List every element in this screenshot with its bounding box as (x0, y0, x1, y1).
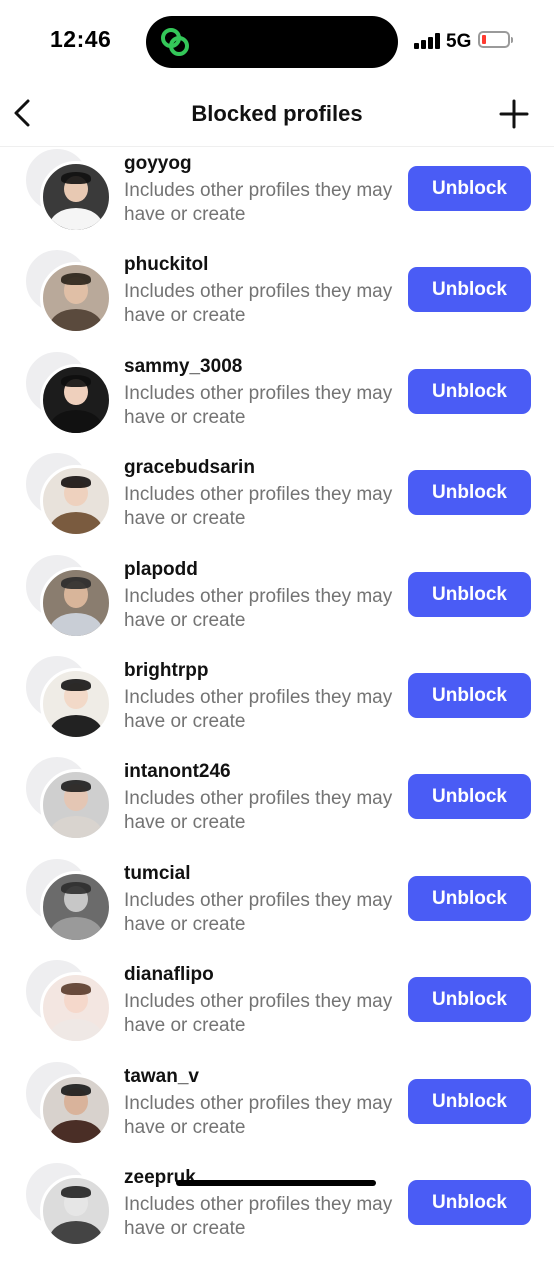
profile-description: Includes other profiles they may have or… (124, 1193, 393, 1239)
avatar (40, 465, 112, 538)
list-item: tawan_v Includes other profiles they may… (0, 1059, 554, 1161)
profile-description: Includes other profiles they may have or… (124, 1092, 393, 1138)
blocked-profiles-list: goyyog Includes other profiles they may … (0, 147, 554, 1262)
link-rings-icon (161, 28, 189, 56)
unblock-button[interactable]: Unblock (408, 977, 531, 1023)
dynamic-island (146, 16, 398, 68)
list-item: plapodd Includes other profiles they may… (0, 552, 554, 654)
unblock-button[interactable]: Unblock (408, 166, 531, 211)
unblock-button[interactable]: Unblock (408, 470, 531, 516)
avatar (40, 870, 112, 943)
avatar-stack[interactable] (24, 349, 112, 440)
profile-description: Includes other profiles they may have or… (124, 991, 393, 1037)
list-item: zeepruk Includes other profiles they may… (0, 1160, 554, 1262)
profile-description: Includes other profiles they may have or… (124, 686, 393, 732)
avatar (40, 769, 112, 842)
profile-description: Includes other profiles they may have or… (124, 180, 393, 225)
unblock-button[interactable]: Unblock (408, 875, 531, 921)
avatar-stack[interactable] (24, 552, 112, 643)
avatar (40, 1174, 112, 1247)
signal-icon (414, 33, 442, 49)
profile-description: Includes other profiles they may have or… (124, 281, 393, 327)
username[interactable]: tumcial (124, 863, 191, 885)
profile-description: Includes other profiles they may have or… (124, 585, 393, 631)
profile-description: Includes other profiles they may have or… (124, 788, 393, 834)
list-item: gracebudsarin Includes other profiles th… (0, 451, 554, 552)
list-item: brightrpp Includes other profiles they m… (0, 653, 554, 755)
avatar (40, 1073, 112, 1146)
status-time: 12:46 (50, 26, 112, 52)
list-item: phuckitol Includes other profiles they m… (0, 248, 554, 349)
username[interactable]: tawan_v (124, 1066, 199, 1088)
page-title: Blocked profiles (191, 101, 363, 126)
list-item: goyyog Includes other profiles they may … (0, 147, 554, 248)
avatar-stack[interactable] (24, 451, 112, 541)
list-item: dianaflipo Includes other profiles they … (0, 958, 554, 1059)
avatar-stack[interactable] (24, 755, 112, 845)
avatar-stack[interactable] (24, 856, 112, 947)
avatar (40, 566, 112, 639)
username[interactable]: plapodd (124, 559, 198, 581)
avatar-stack[interactable] (24, 1059, 112, 1150)
avatar (40, 161, 112, 233)
list-item: sammy_3008 Includes other profiles they … (0, 349, 554, 451)
profile-description: Includes other profiles they may have or… (124, 382, 393, 428)
home-indicator (176, 1180, 376, 1186)
header: Blocked profiles (0, 80, 554, 147)
avatar-stack[interactable] (24, 958, 112, 1048)
profile-description: Includes other profiles they may have or… (124, 484, 393, 530)
list-item: intanont246 Includes other profiles they… (0, 755, 554, 856)
network-type: 5G (446, 31, 472, 52)
avatar (40, 363, 112, 436)
unblock-button[interactable]: Unblock (408, 1078, 531, 1124)
list-item: tumcial Includes other profiles they may… (0, 856, 554, 958)
username[interactable]: intanont246 (124, 761, 231, 783)
avatar-stack[interactable] (24, 248, 112, 338)
unblock-button[interactable]: Unblock (408, 571, 531, 617)
unblock-button[interactable]: Unblock (408, 672, 531, 718)
username[interactable]: gracebudsarin (124, 457, 255, 479)
battery-icon (478, 31, 513, 48)
unblock-button[interactable]: Unblock (408, 1179, 531, 1225)
username[interactable]: phuckitol (124, 254, 208, 276)
avatar (40, 262, 112, 335)
status-bar: 12:46 5G (0, 0, 554, 80)
avatar-stack[interactable] (24, 147, 112, 237)
avatar-stack[interactable] (24, 653, 112, 744)
unblock-button[interactable]: Unblock (408, 368, 531, 414)
unblock-button[interactable]: Unblock (408, 267, 531, 313)
profile-description: Includes other profiles they may have or… (124, 889, 393, 935)
plus-icon[interactable] (498, 98, 530, 130)
username[interactable]: brightrpp (124, 660, 208, 682)
unblock-button[interactable]: Unblock (408, 774, 531, 820)
username[interactable]: dianaflipo (124, 964, 214, 986)
avatar (40, 972, 112, 1045)
username[interactable]: sammy_3008 (124, 356, 242, 378)
username[interactable]: goyyog (124, 153, 192, 175)
avatar (40, 667, 112, 740)
avatar-stack[interactable] (24, 1160, 112, 1251)
